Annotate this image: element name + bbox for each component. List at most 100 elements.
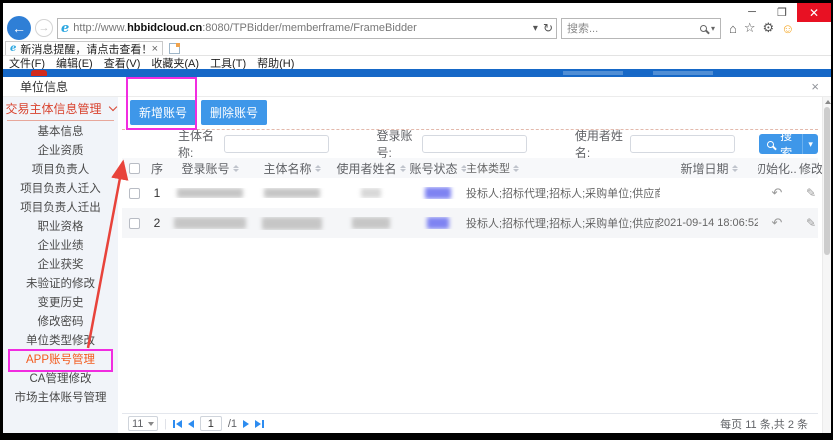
site-header-band (3, 69, 831, 77)
sidebar: 交易主体信息管理 基本信息 企业资质 项目负责人 项目负责人迁入 项目负责人迁出… (3, 97, 118, 433)
sidebar-item-change-history[interactable]: 变更历史 (3, 294, 118, 313)
new-tab-button[interactable] (169, 43, 180, 54)
user-name-label: 使用者姓名: (575, 127, 624, 161)
entity-name-input[interactable] (224, 135, 329, 153)
redacted-entity-name (262, 217, 322, 230)
sidebar-item-enterprise-performance[interactable]: 企业业绩 (3, 237, 118, 256)
url-text: http://www.hbbidcloud.cn:8080/TPBidder/m… (73, 22, 529, 34)
entity-name-label: 主体名称: (178, 127, 218, 161)
last-page-button[interactable] (255, 420, 264, 428)
sidebar-item-change-password[interactable]: 修改密码 (3, 313, 118, 332)
vertical-scrollbar[interactable] (822, 97, 831, 433)
home-icon[interactable]: ⌂ (729, 21, 737, 36)
sidebar-item-unverified-changes[interactable]: 未验证的修改 (3, 275, 118, 294)
sort-icon[interactable] (400, 165, 406, 172)
redacted-user-name (352, 217, 390, 229)
sidebar-item-professional-qualification[interactable]: 职业资格 (3, 218, 118, 237)
sidebar-item-project-manager[interactable]: 项目负责人 (3, 161, 118, 180)
table-row: 2 投标人;招标代理;招标人;采购单位;供应商;采购代理 2021-09-14 … (122, 208, 818, 238)
pagination-bar: 11 | /1 每页 11 条,共 2 条 (122, 413, 818, 433)
browser-titlebar: ─ ❐ ✕ (3, 3, 831, 15)
feedback-icon[interactable]: ☺ (781, 21, 794, 36)
initialize-password-icon[interactable]: ↶ (772, 215, 783, 231)
chevron-down-icon (108, 103, 116, 111)
main-content: 新增账号 删除账号 主体名称: 登录账号: 使用者姓名: 搜索 ▾ (118, 97, 822, 433)
browser-window: ─ ❐ ✕ ← → e http://www.hbbidcloud.cn:808… (3, 3, 831, 433)
scrollbar-thumb[interactable] (824, 107, 830, 255)
add-account-button[interactable]: 新增账号 (130, 100, 196, 125)
col-created-date[interactable]: 新增日期 (660, 160, 758, 177)
scroll-up-icon[interactable] (825, 100, 831, 104)
page-content: 单位信息 × 交易主体信息管理 基本信息 企业资质 项目负责人 项目负责人迁入 … (3, 69, 831, 433)
col-entity-name[interactable]: 主体名称 (252, 160, 332, 177)
search-icon[interactable] (700, 25, 707, 32)
maximize-button[interactable]: ❐ (767, 3, 797, 21)
page-number-input[interactable] (200, 416, 222, 431)
edit-icon[interactable]: ✎ (806, 186, 816, 200)
user-name-input[interactable] (630, 135, 735, 153)
col-account-status[interactable]: 账号状态 (410, 160, 466, 177)
edit-icon[interactable]: ✎ (806, 216, 816, 230)
settings-icon[interactable]: ⚙ (763, 20, 775, 36)
toolbar: 新增账号 删除账号 (122, 97, 818, 130)
tab-close-icon[interactable]: × (152, 43, 158, 55)
site-logo (31, 70, 47, 76)
next-page-button[interactable] (243, 420, 249, 428)
select-all-checkbox[interactable] (129, 163, 140, 174)
sidebar-item-unit-type-change[interactable]: 单位类型修改 (3, 332, 118, 351)
close-window-button[interactable]: ✕ (797, 3, 831, 22)
sort-icon[interactable] (233, 165, 239, 172)
row-checkbox[interactable] (129, 188, 140, 199)
col-seq: 序 (146, 160, 168, 177)
address-bar[interactable]: e http://www.hbbidcloud.cn:8080/TPBidder… (57, 18, 557, 39)
status-badge (425, 187, 451, 199)
sort-icon[interactable] (513, 165, 519, 172)
sort-icon[interactable] (315, 165, 321, 172)
panel-close-icon[interactable]: × (811, 79, 819, 94)
entity-type-cell: 投标人;招标代理;招标人;采购单位;供应商;采购代理 (466, 185, 660, 201)
sidebar-divider (7, 120, 114, 121)
redacted-user-name (361, 188, 381, 198)
row-checkbox[interactable] (129, 218, 140, 229)
entity-type-cell: 投标人;招标代理;招标人;采购单位;供应商;采购代理 (466, 215, 660, 231)
login-account-input[interactable] (422, 135, 527, 153)
page-size-select[interactable]: 11 (128, 416, 158, 431)
accounts-table: 序 登录账号 主体名称 使用者姓名 账号状态 主体类型 新增日期 初始化... … (122, 158, 818, 238)
search-options-button[interactable]: ▾ (802, 134, 818, 154)
col-initialize: 初始化... (758, 160, 796, 177)
tab-new-message[interactable]: e 新消息提醒，请点击查看！... × (5, 41, 163, 55)
search-button[interactable]: 搜索 (759, 134, 802, 154)
sidebar-item-project-manager-out[interactable]: 项目负责人迁出 (3, 199, 118, 218)
sidebar-item-enterprise-awards[interactable]: 企业获奖 (3, 256, 118, 275)
browser-navbar: ← → e http://www.hbbidcloud.cn:8080/TPBi… (3, 15, 831, 41)
sidebar-item-market-entity-account-management[interactable]: 市场主体账号管理 (3, 389, 118, 408)
col-user-name[interactable]: 使用者姓名 (332, 160, 410, 177)
sidebar-item-project-manager-in[interactable]: 项目负责人迁入 (3, 180, 118, 199)
redacted-login-account (177, 188, 243, 198)
forward-icon[interactable]: → (35, 19, 53, 37)
row-seq: 2 (146, 216, 168, 230)
url-dropdown-icon[interactable]: ▾ (533, 23, 538, 34)
sidebar-item-basic-info[interactable]: 基本信息 (3, 123, 118, 142)
initialize-password-icon[interactable]: ↶ (772, 185, 783, 201)
search-dropdown-icon[interactable]: ▾ (711, 24, 715, 33)
prev-page-button[interactable] (188, 420, 194, 428)
delete-account-button[interactable]: 删除账号 (201, 100, 267, 125)
browser-search-box[interactable]: 搜索... ▾ (561, 18, 721, 39)
col-entity-type[interactable]: 主体类型 (466, 160, 660, 176)
sidebar-group-header[interactable]: 交易主体信息管理 (3, 97, 118, 120)
first-page-button[interactable] (173, 420, 182, 428)
row-seq: 1 (146, 186, 168, 200)
sidebar-item-enterprise-qualification[interactable]: 企业资质 (3, 142, 118, 161)
sidebar-item-app-account-management[interactable]: APP账号管理 (3, 351, 118, 370)
col-login-account[interactable]: 登录账号 (168, 160, 252, 177)
refresh-icon[interactable]: ↻ (543, 21, 553, 35)
login-account-label: 登录账号: (376, 127, 416, 161)
panel-title: 单位信息 (20, 78, 68, 95)
minimize-button[interactable]: ─ (737, 3, 767, 21)
sort-icon[interactable] (732, 165, 738, 172)
favorites-icon[interactable]: ☆ (744, 20, 756, 36)
back-icon[interactable]: ← (7, 16, 31, 40)
site-nav-deco (653, 71, 713, 75)
sidebar-item-ca-management-change[interactable]: CA管理修改 (3, 370, 118, 389)
